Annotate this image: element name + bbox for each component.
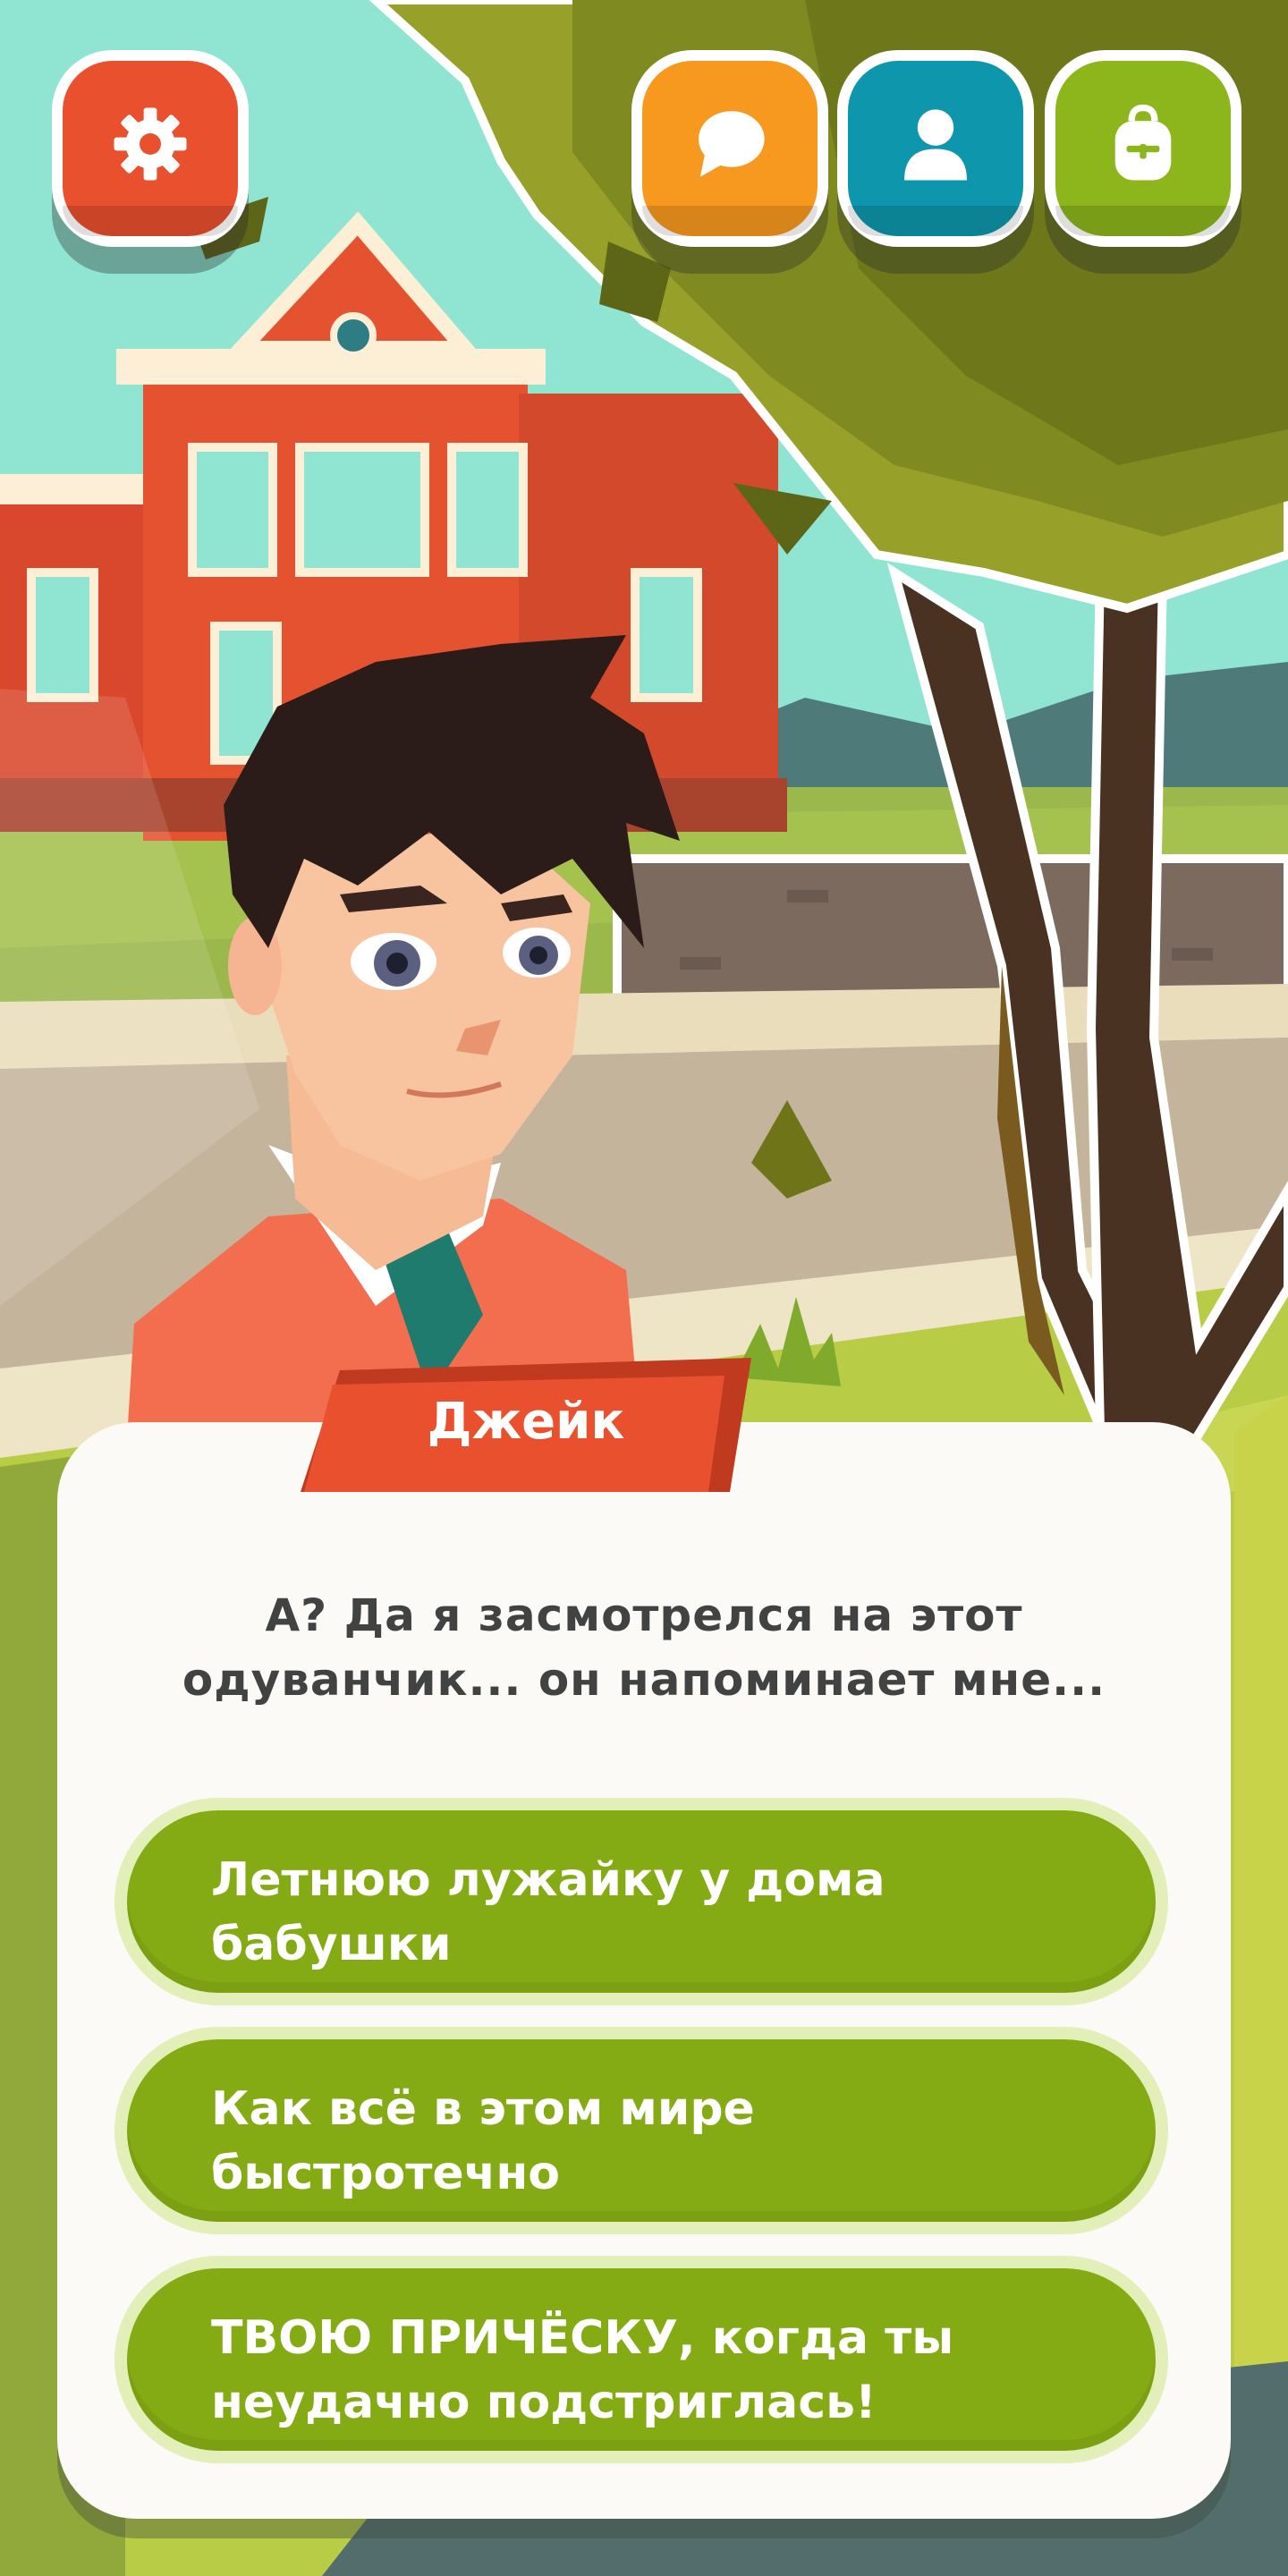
speaker-name: Джейк <box>427 1392 625 1451</box>
stone-wall <box>613 854 1288 1006</box>
answer-line: Как всё в этом мире <box>211 2082 755 2136</box>
answer-line: Летнюю лужайку у дома <box>211 1853 886 1907</box>
answer-option-1[interactable]: Летнюю лужайку у дома бабушки <box>114 1798 1168 2005</box>
dialogue-line-2: одуванчик... он напоминает мне... <box>182 1654 1106 1706</box>
backpack-button[interactable] <box>1055 61 1231 236</box>
answer-option-3[interactable]: ТВОЮ ПРИЧЁСКУ, когда ты неудачно подстри… <box>114 2256 1168 2463</box>
answer-option-text: ТВОЮ ПРИЧЁСКУ, когда ты неудачно подстри… <box>211 2306 1102 2435</box>
speaker-name-tag: Джейк <box>301 1351 751 1492</box>
speech-bubble-icon <box>699 111 765 177</box>
chat-button[interactable] <box>642 61 818 236</box>
backpack-icon <box>1114 104 1172 181</box>
dialogue-text: А? Да я засмотрелся на этот одуванчик...… <box>143 1583 1145 1712</box>
gear-icon <box>114 107 187 181</box>
dialogue-line-1: А? Да я засмотрелся на этот <box>265 1589 1023 1641</box>
answer-option-2[interactable]: Как всё в этом мире быстротечно <box>114 2027 1168 2234</box>
person-icon <box>904 109 967 181</box>
answer-line: быстротечно <box>211 2147 560 2200</box>
answer-option-text: Как всё в этом мире быстротечно <box>211 2077 1102 2206</box>
answer-option-text: Летнюю лужайку у дома бабушки <box>211 1848 1102 1977</box>
answer-line: бабушки <box>211 1918 452 1971</box>
settings-button[interactable] <box>63 61 238 236</box>
answer-line: неудачно подстриглась! <box>211 2376 877 2429</box>
profile-button[interactable] <box>848 61 1023 236</box>
answer-line: ТВОЮ ПРИЧЁСКУ, когда ты <box>211 2311 954 2365</box>
